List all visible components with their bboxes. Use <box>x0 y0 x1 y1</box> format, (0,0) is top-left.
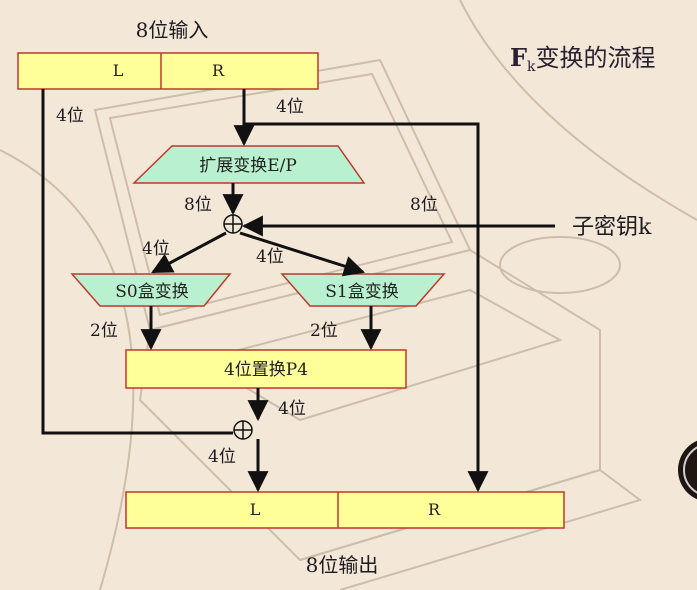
p4-label: 4位置换P4 <box>224 360 308 380</box>
title-rest: 变换的流程 <box>535 44 656 72</box>
bits-4-to-s0: 4位 <box>142 239 170 259</box>
output-right-label: R <box>428 500 441 519</box>
bits-4-right: 4位 <box>276 97 304 117</box>
input-left-label: L <box>113 61 124 80</box>
diagram-canvas: L R L R 扩展变换E/P S0盒变换 S1盒变换 4位置换P4 8位输入 … <box>0 0 697 590</box>
bits-8-expand: 8位 <box>184 195 212 215</box>
input-box: L R <box>17 52 319 90</box>
title-sub: k <box>527 59 536 75</box>
p4-box: 4位置换P4 <box>125 349 407 389</box>
page-title: Fk变换的流程 <box>510 38 656 75</box>
title-f: F <box>510 43 528 72</box>
output-left-label: L <box>250 500 261 519</box>
bits-4-left: 4位 <box>56 106 84 126</box>
bits-2-s1: 2位 <box>310 321 338 341</box>
output-caption: 8位输出 <box>306 553 379 577</box>
bits-4-p4: 4位 <box>278 399 306 419</box>
input-right-label: R <box>212 61 225 80</box>
output-box: L R <box>125 491 565 529</box>
xor-bottom-symbol <box>233 420 253 440</box>
s1-box: S1盒变换 <box>280 273 446 307</box>
bits-8-right: 8位 <box>410 195 438 215</box>
bits-4-xor: 4位 <box>208 447 236 467</box>
bits-4-to-s1: 4位 <box>256 247 284 267</box>
expand-label: 扩展变换E/P <box>199 156 297 176</box>
xor-top-symbol <box>223 214 243 234</box>
background-dark-circle <box>678 440 697 500</box>
s1-label: S1盒变换 <box>325 282 398 302</box>
s0-label: S0盒变换 <box>115 282 188 302</box>
subkey-label: 子密钥k <box>572 215 652 240</box>
s0-box: S0盒变换 <box>70 273 232 307</box>
expand-ep-box: 扩展变换E/P <box>132 145 366 184</box>
input-caption: 8位输入 <box>136 18 209 42</box>
bits-2-s0: 2位 <box>90 321 118 341</box>
